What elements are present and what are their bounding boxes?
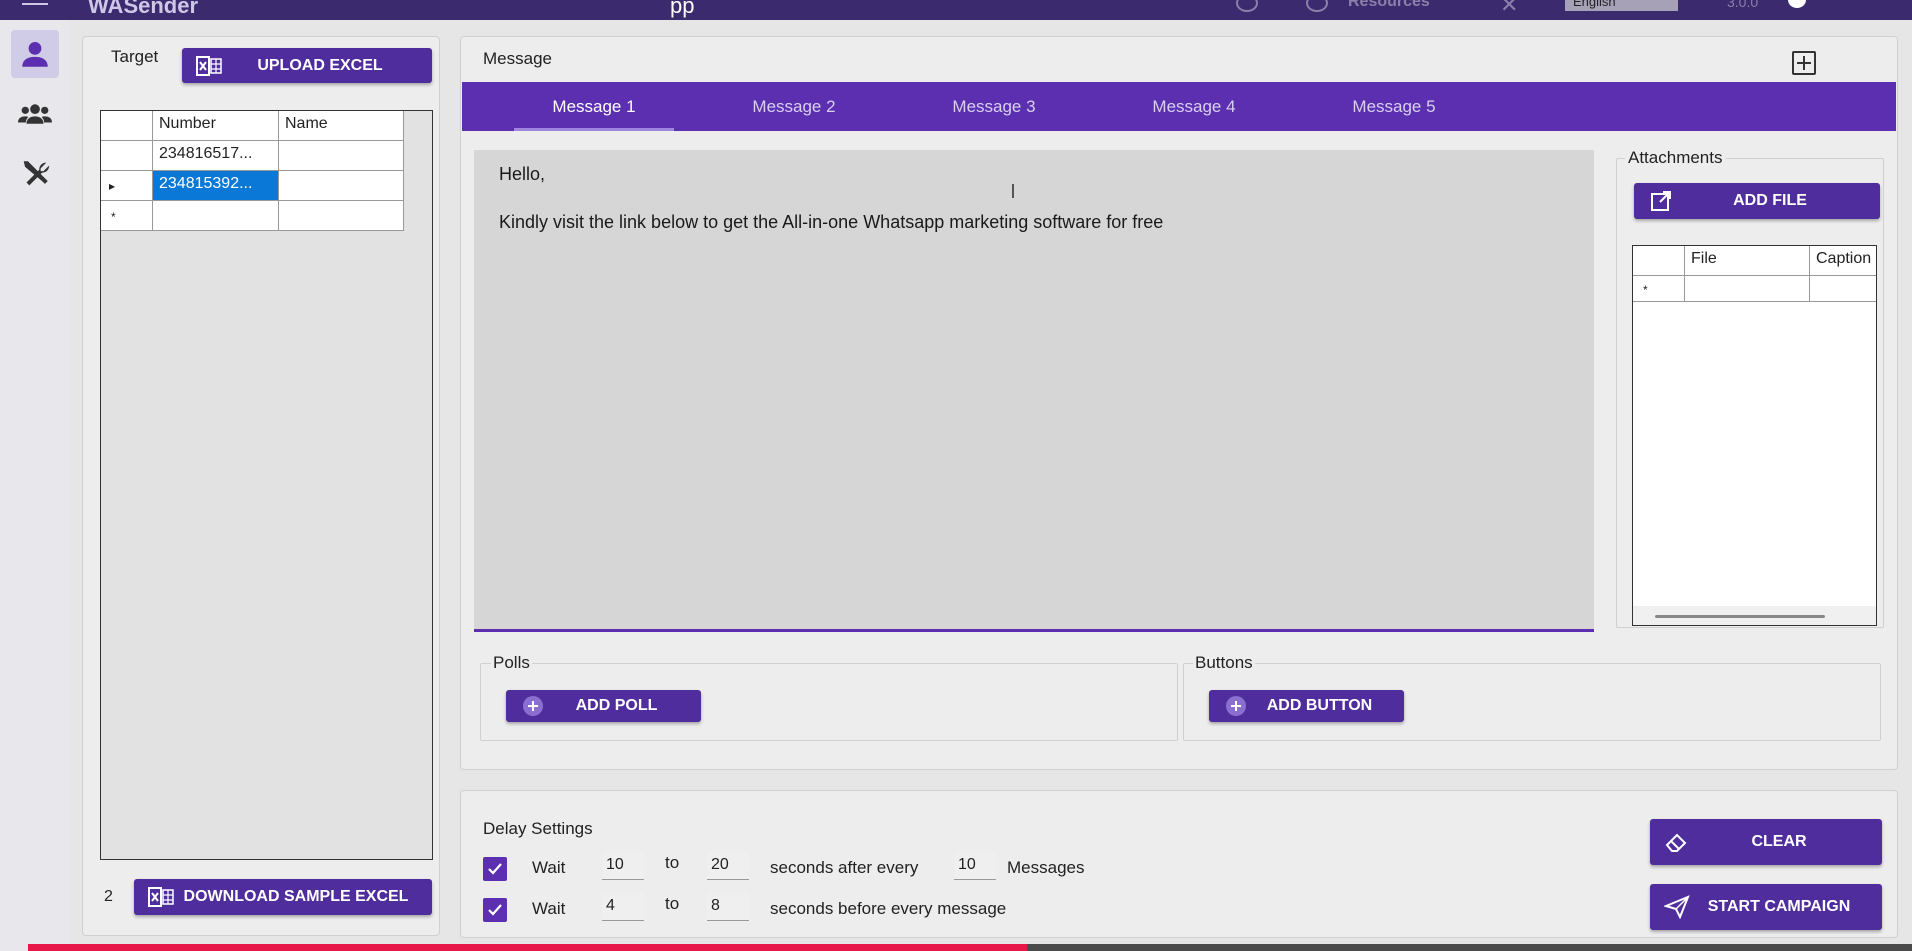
cell-caption[interactable] — [1810, 276, 1876, 302]
attachments-label: Attachments — [1625, 148, 1726, 168]
row-header-current[interactable]: ▸ — [101, 171, 153, 201]
column-header-name[interactable]: Name — [279, 111, 404, 141]
add-file-button[interactable]: ADD FILE — [1634, 183, 1880, 219]
language-select[interactable]: English — [1565, 0, 1678, 11]
scrollbar-thumb[interactable] — [1655, 615, 1825, 618]
target-grid[interactable]: Number Name 234816517... ▸ 234815392... … — [100, 110, 433, 860]
globe-icon[interactable] — [1236, 0, 1258, 12]
check-icon — [488, 904, 502, 916]
delay-after-min-input[interactable]: 10 — [602, 852, 644, 880]
video-progress-fill — [28, 944, 1027, 951]
seconds-before-every-message-label: seconds before every message — [770, 899, 1007, 918]
delay-before-min-input[interactable]: 4 — [602, 893, 644, 921]
nav-single-sender[interactable] — [11, 30, 59, 78]
grid-corner — [1633, 246, 1685, 276]
wait-label: Wait — [532, 858, 566, 877]
excel-icon — [148, 884, 174, 910]
plus-circle-icon — [520, 693, 546, 719]
hamburger-menu-icon[interactable] — [22, 0, 48, 12]
version-label: 3.0.0 — [1727, 0, 1759, 10]
seconds-after-every-label: seconds after every — [770, 858, 919, 877]
tab-message-3[interactable]: Message 3 — [894, 82, 1094, 131]
window-title: pp — [670, 0, 695, 18]
nav-group-sender[interactable] — [11, 90, 59, 138]
row-header[interactable] — [101, 141, 153, 171]
message-tabs: Message 1 Message 2 Message 3 Message 4 … — [462, 82, 1896, 131]
side-nav — [0, 20, 70, 951]
message-editor[interactable]: Hello, Kindly visit the link below to ge… — [474, 150, 1594, 632]
video-progress-bar[interactable] — [28, 944, 1912, 951]
polls-label: Polls — [491, 653, 532, 673]
to-label: to — [665, 894, 680, 913]
delay-after-checkbox[interactable] — [483, 857, 507, 881]
cell-name[interactable] — [279, 201, 404, 231]
column-header-number[interactable]: Number — [153, 111, 279, 141]
eraser-icon — [1664, 829, 1690, 855]
resources-link[interactable]: Resources — [1348, 0, 1430, 11]
message-line-1: Hello, — [499, 164, 546, 184]
plus-circle-icon — [1223, 693, 1249, 719]
new-row-header[interactable]: * — [101, 201, 153, 231]
tools-icon — [23, 161, 50, 186]
buttons-label: Buttons — [1193, 653, 1255, 673]
clear-button[interactable]: CLEAR — [1650, 819, 1882, 865]
start-campaign-button[interactable]: START CAMPAIGN — [1650, 884, 1882, 930]
add-button-button[interactable]: ADD BUTTON — [1209, 690, 1404, 722]
column-header-file[interactable]: File — [1685, 246, 1810, 276]
delay-settings-label: Delay Settings — [483, 819, 593, 838]
delay-before-max-input[interactable]: 8 — [707, 893, 749, 921]
add-poll-button[interactable]: ADD POLL — [506, 690, 701, 722]
target-label: Target — [111, 47, 159, 66]
tab-message-2[interactable]: Message 2 — [694, 82, 894, 131]
send-icon — [1664, 894, 1690, 920]
cell-number[interactable] — [153, 201, 279, 231]
wait-label: Wait — [532, 899, 566, 918]
tab-message-4[interactable]: Message 4 — [1094, 82, 1294, 131]
cell-file[interactable] — [1685, 276, 1810, 302]
delay-after-max-input[interactable]: 20 — [707, 852, 749, 880]
add-message-icon[interactable] — [1792, 51, 1816, 75]
close-icon[interactable]: ✕ — [1500, 0, 1518, 18]
to-label: to — [665, 853, 680, 872]
download-sample-excel-button[interactable]: DOWNLOAD SAMPLE EXCEL — [134, 879, 432, 915]
attachments-grid[interactable]: File Caption * — [1632, 245, 1877, 626]
excel-icon — [196, 53, 222, 79]
delay-before-checkbox[interactable] — [483, 898, 507, 922]
tab-message-1[interactable]: Message 1 — [494, 82, 694, 131]
new-row-header[interactable]: * — [1633, 276, 1685, 302]
cell-name[interactable] — [279, 171, 404, 201]
horizontal-scrollbar[interactable] — [1633, 606, 1876, 625]
external-link-icon — [1648, 188, 1674, 214]
nav-tools[interactable] — [11, 150, 59, 198]
message-line-2: Kindly visit the link below to get the A… — [499, 212, 1164, 232]
message-label: Message — [483, 49, 552, 68]
column-header-caption[interactable]: Caption — [1810, 246, 1876, 276]
users-icon — [18, 104, 52, 124]
cell-name[interactable] — [279, 141, 404, 171]
contact-count: 2 — [104, 888, 113, 905]
grid-corner — [101, 111, 153, 141]
app-title: WASender — [88, 0, 199, 18]
messages-label: Messages — [1007, 858, 1085, 877]
cell-number[interactable]: 234816517... — [153, 141, 279, 171]
tab-message-5[interactable]: Message 5 — [1294, 82, 1494, 131]
profile-icon[interactable] — [1788, 0, 1806, 8]
user-icon — [22, 41, 48, 67]
upload-excel-button[interactable]: UPLOAD EXCEL — [182, 48, 432, 83]
message-count-input[interactable]: 10 — [954, 852, 996, 880]
text-cursor-icon — [1012, 184, 1014, 198]
check-icon — [488, 863, 502, 875]
title-bar: WASender pp Resources ✕ English 3.0.0 — [0, 0, 1912, 20]
whatsapp-icon[interactable] — [1306, 0, 1328, 12]
cell-number-selected[interactable]: 234815392... — [153, 171, 279, 201]
